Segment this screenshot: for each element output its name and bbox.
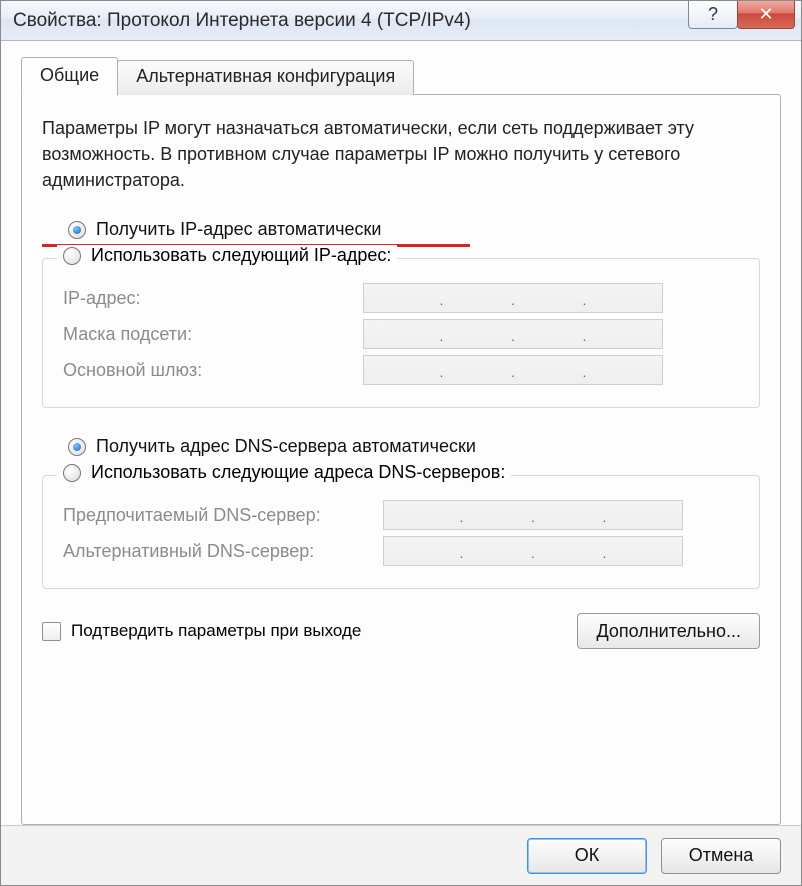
button-bar: ОК Отмена (1, 825, 801, 885)
label-dns-alternate: Альтернативный DNS-сервер: (63, 541, 383, 562)
radio-ip-auto[interactable]: Получить IP-адрес автоматически (42, 217, 760, 244)
tabpanel-general: Параметры IP могут назначаться автоматич… (21, 94, 781, 825)
field-ip-address: IP-адрес: ... (63, 283, 739, 313)
radio-icon (68, 221, 86, 239)
validate-row: Подтвердить параметры при выходе Дополни… (42, 613, 760, 649)
label-gateway: Основной шлюз: (63, 360, 363, 381)
tab-alternate[interactable]: Альтернативная конфигурация (117, 60, 414, 95)
ok-button-label: ОК (575, 845, 600, 866)
titlebar-buttons: ? ✕ (688, 1, 801, 40)
group-ip-manual: Использовать следующий IP-адрес: IP-адре… (42, 258, 760, 408)
advanced-button[interactable]: Дополнительно... (577, 613, 760, 649)
radio-ip-manual-label: Использовать следующий IP-адрес: (91, 245, 391, 266)
field-subnet-mask: Маска подсети: ... (63, 319, 739, 349)
help-button[interactable]: ? (688, 1, 738, 29)
input-subnet-mask[interactable]: ... (363, 319, 663, 349)
input-ip-address[interactable]: ... (363, 283, 663, 313)
properties-dialog: Свойства: Протокол Интернета версии 4 (T… (0, 0, 802, 886)
tabstrip: Общие Альтернативная конфигурация (21, 57, 781, 95)
radio-icon (68, 438, 86, 456)
field-dns-alternate: Альтернативный DNS-сервер: ... (63, 536, 739, 566)
tab-alternate-label: Альтернативная конфигурация (136, 66, 395, 86)
radio-dns-manual-label: Использовать следующие адреса DNS-сервер… (91, 462, 505, 483)
tab-general-label: Общие (40, 65, 99, 85)
input-dns-alternate[interactable]: ... (383, 536, 683, 566)
window-title: Свойства: Протокол Интернета версии 4 (T… (13, 10, 688, 32)
input-dns-preferred[interactable]: ... (383, 500, 683, 530)
field-dns-preferred: Предпочитаемый DNS-сервер: ... (63, 500, 739, 530)
radio-dns-auto[interactable]: Получить адрес DNS-сервера автоматически (42, 434, 760, 461)
input-gateway[interactable]: ... (363, 355, 663, 385)
label-ip-address: IP-адрес: (63, 288, 363, 309)
radio-icon (63, 464, 81, 482)
radio-ip-manual[interactable]: Использовать следующий IP-адрес: (57, 245, 397, 266)
radio-ip-auto-label: Получить IP-адрес автоматически (96, 219, 382, 240)
ok-button[interactable]: ОК (527, 838, 647, 874)
group-dns-manual: Использовать следующие адреса DNS-сервер… (42, 475, 760, 589)
close-icon: ✕ (758, 4, 773, 25)
label-dns-preferred: Предпочитаемый DNS-сервер: (63, 505, 383, 526)
titlebar: Свойства: Протокол Интернета версии 4 (T… (1, 1, 801, 41)
client-area: Общие Альтернативная конфигурация Параме… (1, 41, 801, 825)
radio-icon (63, 247, 81, 265)
advanced-button-label: Дополнительно... (596, 621, 741, 642)
close-button[interactable]: ✕ (737, 1, 795, 29)
help-icon: ? (708, 4, 718, 25)
radio-dns-auto-label: Получить адрес DNS-сервера автоматически (96, 436, 476, 457)
cancel-button[interactable]: Отмена (661, 838, 781, 874)
description-text: Параметры IP могут назначаться автоматич… (42, 115, 760, 193)
tab-general[interactable]: Общие (21, 57, 118, 96)
label-subnet-mask: Маска подсети: (63, 324, 363, 345)
radio-dns-manual[interactable]: Использовать следующие адреса DNS-сервер… (57, 462, 511, 483)
cancel-button-label: Отмена (689, 845, 754, 866)
checkbox-validate-on-exit[interactable] (42, 622, 61, 641)
field-gateway: Основной шлюз: ... (63, 355, 739, 385)
checkbox-validate-label: Подтвердить параметры при выходе (71, 621, 361, 641)
